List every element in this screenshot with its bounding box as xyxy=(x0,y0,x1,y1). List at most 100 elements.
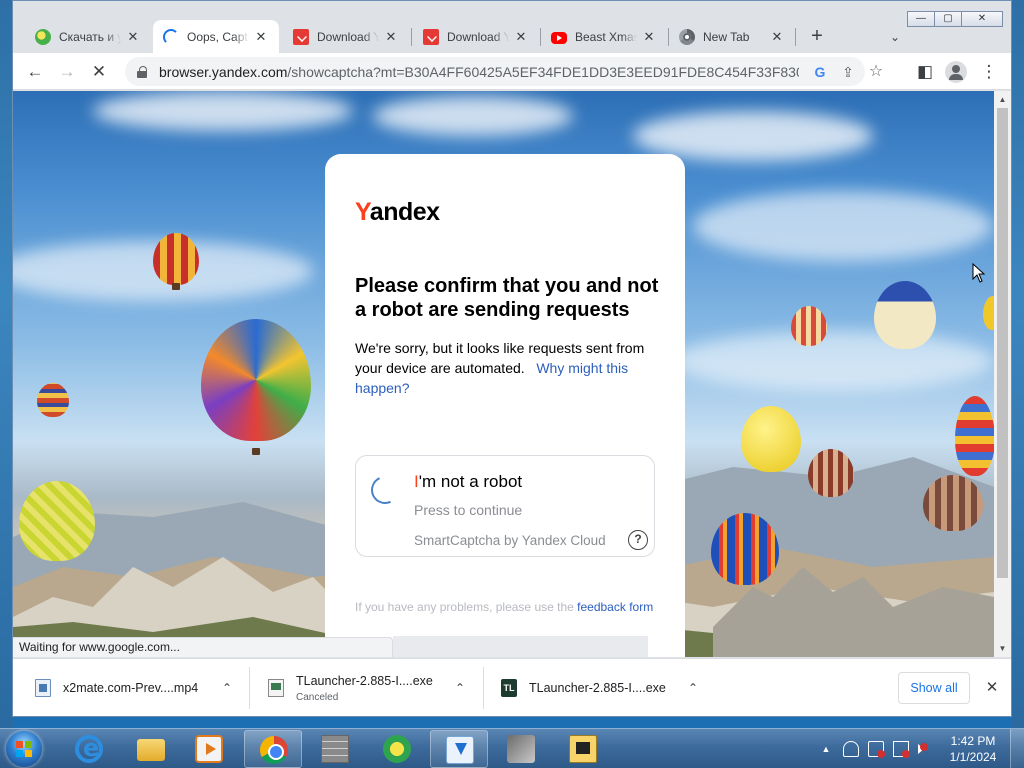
maximize-button[interactable]: ▢ xyxy=(934,11,962,27)
taskbar-file-explorer[interactable] xyxy=(122,730,180,768)
show-all-button[interactable]: Show all xyxy=(898,672,970,704)
download-item[interactable]: TLauncher-2.885-I....exe Canceled xyxy=(268,659,468,716)
tools-icon xyxy=(507,735,535,763)
clock-date: 1/1/2024 xyxy=(949,750,997,764)
chevron-up-icon[interactable]: ⌃ xyxy=(452,680,468,696)
taskbar-internet-explorer[interactable] xyxy=(60,730,118,768)
download-item[interactable]: x2mate.com-Prev....mp4 xyxy=(35,659,245,716)
tab-title: Download Y xyxy=(447,29,509,44)
side-panel-icon[interactable]: ◧ xyxy=(911,58,939,86)
tray-expand-icon[interactable]: ▲ xyxy=(818,741,834,757)
share-icon[interactable]: ⇪ xyxy=(837,61,859,83)
hot-air-balloon xyxy=(37,383,69,417)
mouse-cursor-icon xyxy=(972,263,985,283)
show-desktop-button[interactable] xyxy=(1010,729,1024,768)
chevron-up-icon[interactable]: ⌃ xyxy=(219,680,235,696)
tab-skachat[interactable]: Скачать и у ✕ xyxy=(25,20,151,53)
tab-search-button[interactable]: ⌄ xyxy=(883,25,907,49)
url-text[interactable]: browser.yandex.com/showcaptcha?mt=B30A4F… xyxy=(159,64,799,80)
close-downloads-bar-icon[interactable]: ✕ xyxy=(981,677,1003,699)
cloud-sync-icon[interactable] xyxy=(843,741,859,757)
hot-air-balloon xyxy=(808,449,854,497)
close-icon[interactable]: ✕ xyxy=(383,29,399,45)
hot-air-balloon xyxy=(923,475,983,531)
downloads-bar: x2mate.com-Prev....mp4 ⌃ TLauncher-2.885… xyxy=(13,658,1011,716)
download-text: TLauncher-2.885-I....exe Canceled xyxy=(296,674,433,703)
taskbar-media-player[interactable] xyxy=(180,730,238,768)
back-button[interactable]: ← xyxy=(21,58,49,86)
system-tray: ▲ xyxy=(818,729,935,768)
feedback-form-link[interactable]: feedback form xyxy=(577,600,653,614)
not-a-robot-checkbox[interactable]: I'm not a robot Press to continue SmartC… xyxy=(355,455,655,557)
loading-spinner-icon xyxy=(163,28,179,45)
taskbar-tools-app[interactable] xyxy=(492,730,550,768)
url-path: /showcaptcha?mt=B30A4FF60425A5EF34FDE1DD… xyxy=(287,63,799,80)
taskbar-green-plus-app[interactable] xyxy=(368,730,426,768)
close-window-button[interactable]: ✕ xyxy=(961,11,1003,27)
tab-oops-captcha[interactable]: Oops, Captcha ✕ xyxy=(153,20,279,53)
close-icon[interactable]: ✕ xyxy=(641,29,657,45)
green-plus-icon xyxy=(383,735,411,763)
download-text: x2mate.com-Prev....mp4 xyxy=(63,681,198,695)
download-separator xyxy=(249,667,250,709)
taskbar-firewall-app[interactable] xyxy=(306,730,364,768)
scroll-up-arrow-icon[interactable]: ▲ xyxy=(994,91,1011,108)
profile-avatar-icon[interactable] xyxy=(945,61,967,83)
chrome-icon xyxy=(679,28,695,45)
close-icon[interactable]: ✕ xyxy=(125,29,141,45)
chevron-up-icon[interactable]: ⌃ xyxy=(685,680,701,696)
google-lens-icon[interactable]: G xyxy=(809,61,831,83)
taskbar-chrome[interactable] xyxy=(244,730,302,768)
help-icon[interactable]: ? xyxy=(628,530,648,550)
firewall-icon xyxy=(321,735,349,763)
download-item[interactable]: TL TLauncher-2.885-I....exe xyxy=(501,659,701,716)
media-player-icon xyxy=(195,735,223,763)
tab-new-tab[interactable]: New Tab ✕ xyxy=(669,20,795,53)
action-center-flag-icon[interactable] xyxy=(868,741,885,758)
menu-icon[interactable]: ⋮ xyxy=(975,58,1003,86)
volume-muted-icon[interactable] xyxy=(918,743,928,754)
taskbar-command-prompt[interactable] xyxy=(554,730,612,768)
download-status: Canceled xyxy=(296,691,339,703)
tab-title: Oops, Captcha xyxy=(187,29,249,44)
tab-title: Download Y xyxy=(317,29,379,44)
window-controls: — ▢ ✕ xyxy=(907,11,1003,27)
bookmark-star-icon[interactable]: ☆ xyxy=(865,61,887,83)
tab-separator xyxy=(411,28,412,46)
lock-icon[interactable] xyxy=(137,65,147,78)
stop-reload-button[interactable]: ✕ xyxy=(85,58,113,86)
vertical-scrollbar[interactable]: ▲ ▼ xyxy=(994,91,1011,657)
scrollbar-thumb[interactable] xyxy=(997,108,1008,578)
close-icon[interactable]: ✕ xyxy=(253,29,269,45)
close-icon[interactable]: ✕ xyxy=(513,29,529,45)
hot-air-balloon xyxy=(711,513,779,585)
captcha-title: Please confirm that you and not a robot … xyxy=(355,275,659,321)
green-plus-icon xyxy=(35,28,51,45)
tab-download-1[interactable]: Download Y ✕ xyxy=(283,20,409,53)
network-disconnected-icon[interactable] xyxy=(893,741,910,758)
tab-download-2[interactable]: Download Y ✕ xyxy=(413,20,539,53)
yandex-logo: Yandex xyxy=(355,198,440,226)
desktop-background-right xyxy=(1012,0,1024,728)
tab-beast-xmas[interactable]: Beast Xmas ✕ xyxy=(541,20,667,53)
download-separator xyxy=(483,667,484,709)
address-bar[interactable]: browser.yandex.com/showcaptcha?mt=B30A4F… xyxy=(125,57,883,86)
start-button[interactable] xyxy=(6,731,42,767)
command-prompt-icon xyxy=(569,735,597,763)
forward-button[interactable]: → xyxy=(53,58,81,86)
hot-air-balloon xyxy=(201,319,311,441)
taskbar-downloader[interactable] xyxy=(430,730,488,768)
tlauncher-icon: TL xyxy=(501,679,517,697)
page-viewport: Yandex Please confirm that you and not a… xyxy=(13,91,994,657)
tab-title: New Tab xyxy=(703,29,750,44)
minimize-button[interactable]: — xyxy=(907,11,935,27)
cloud xyxy=(673,331,993,391)
url-host: browser.yandex.com xyxy=(159,63,288,80)
new-tab-button[interactable]: + xyxy=(805,25,829,49)
scroll-down-arrow-icon[interactable]: ▼ xyxy=(994,640,1011,657)
close-icon[interactable]: ✕ xyxy=(769,29,785,45)
taskbar-clock[interactable]: 1:42 PM 1/1/2024 xyxy=(940,733,1006,765)
cloud xyxy=(693,191,993,261)
cloud xyxy=(373,96,573,136)
browser-toolbar: ← → ✕ browser.yandex.com/showcaptcha?mt=… xyxy=(13,53,1011,90)
